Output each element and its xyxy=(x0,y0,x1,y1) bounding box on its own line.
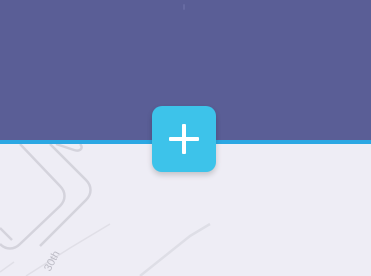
header-mark xyxy=(183,4,185,10)
map-road xyxy=(55,144,83,152)
map-street-label: 30th xyxy=(42,249,63,274)
map-road xyxy=(139,222,211,276)
map-road xyxy=(25,223,111,276)
add-button[interactable] xyxy=(152,106,216,172)
plus-icon xyxy=(169,124,199,154)
map-road xyxy=(0,261,15,273)
map-road xyxy=(0,227,13,241)
